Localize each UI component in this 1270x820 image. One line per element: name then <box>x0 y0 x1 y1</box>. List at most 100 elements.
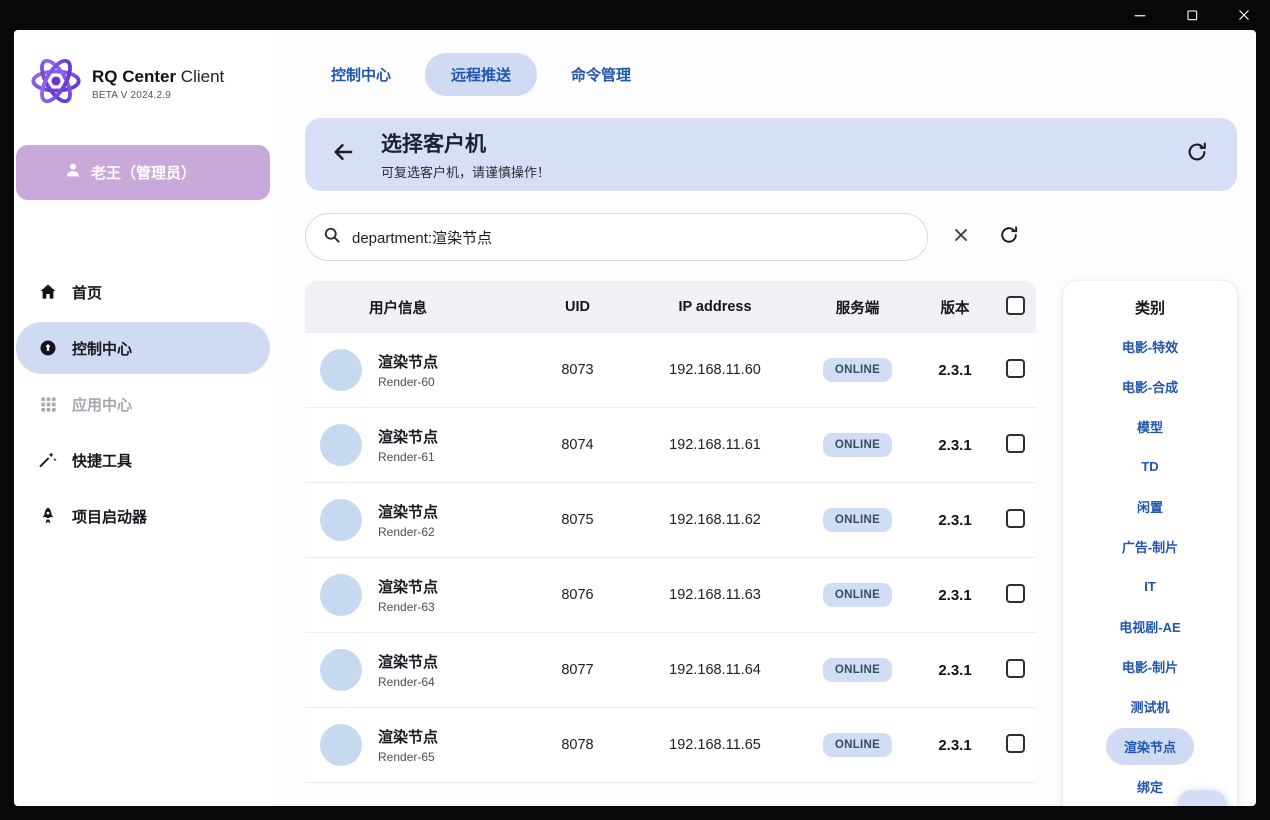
client-ip: 192.168.11.64 <box>630 662 800 678</box>
category-item-render-node[interactable]: 渲染节点 <box>1063 726 1237 766</box>
sidebar-item-app-center[interactable]: 应用中心 <box>16 378 270 430</box>
search-refresh-button[interactable] <box>992 220 1026 254</box>
sidebar-nav: 首页 控制中心 应用中心 <box>14 266 272 542</box>
row-checkbox[interactable] <box>1006 359 1025 378</box>
row-checkbox[interactable] <box>1006 509 1025 528</box>
sidebar-item-control-center[interactable]: 控制中心 <box>16 322 270 374</box>
back-button[interactable] <box>305 139 381 170</box>
category-item-movie-comp[interactable]: 电影-合成 <box>1063 366 1237 406</box>
rocket-icon <box>38 506 58 526</box>
client-table: 用户信息 UID IP address 服务端 版本 渲染节点Render-60… <box>305 281 1036 783</box>
client-ip: 192.168.11.61 <box>630 437 800 453</box>
row-checkbox[interactable] <box>1006 584 1025 603</box>
row-checkbox[interactable] <box>1006 434 1025 453</box>
page-header-banner: 选择客户机 可复选客户机，请谨慎操作！ <box>305 118 1237 191</box>
close-icon[interactable] <box>1226 2 1262 28</box>
search-input[interactable] <box>352 229 913 246</box>
sidebar-item-project-launcher[interactable]: 项目启动器 <box>16 490 270 542</box>
status-badge: ONLINE <box>823 583 892 607</box>
plus-icon: + <box>1194 799 1209 807</box>
client-version: 2.3.1 <box>915 437 995 454</box>
client-name: 渲染节点 <box>378 651 438 672</box>
category-item-tv-ae[interactable]: 电视剧-AE <box>1063 606 1237 646</box>
table-row[interactable]: 渲染节点Render-60 8073 192.168.11.60 ONLINE … <box>305 333 1036 408</box>
back-arrow-icon <box>330 139 356 170</box>
sidebar-item-label: 控制中心 <box>72 338 132 359</box>
table-row[interactable]: 渲染节点Render-62 8075 192.168.11.62 ONLINE … <box>305 483 1036 558</box>
category-item-it[interactable]: IT <box>1063 566 1237 606</box>
client-hostname: Render-65 <box>378 750 438 764</box>
table-row[interactable]: 渲染节点Render-61 8074 192.168.11.61 ONLINE … <box>305 408 1036 483</box>
sidebar-item-label: 快捷工具 <box>72 450 132 471</box>
client-version: 2.3.1 <box>915 512 995 529</box>
magic-wand-icon <box>38 450 58 470</box>
column-header-select <box>995 296 1036 319</box>
select-all-checkbox[interactable] <box>1006 296 1025 315</box>
status-badge: ONLINE <box>823 358 892 382</box>
category-panel: 类别 电影-特效 电影-合成 模型 TD 闲置 广告-制片 IT 电视剧-AE … <box>1063 281 1237 806</box>
page-header-text: 选择客户机 可复选客户机，请谨慎操作！ <box>381 128 550 181</box>
sidebar-item-home[interactable]: 首页 <box>16 266 270 318</box>
user-name-label: 老王（管理员） <box>91 162 196 183</box>
client-name: 渲染节点 <box>378 426 438 447</box>
client-hostname: Render-61 <box>378 450 438 464</box>
client-version: 2.3.1 <box>915 737 995 754</box>
search-box[interactable] <box>305 213 928 261</box>
app-logo: RQ Center Client BETA V 2024.2.9 <box>14 52 272 115</box>
column-header-uid: UID <box>525 299 630 315</box>
home-icon <box>38 282 58 302</box>
category-item-td[interactable]: TD <box>1063 446 1237 486</box>
category-item-test-machine[interactable]: 测试机 <box>1063 686 1237 726</box>
app-window: RQ Center Client BETA V 2024.2.9 老王（管理员）… <box>14 30 1256 806</box>
app-version: BETA V 2024.2.9 <box>92 90 224 101</box>
tab-control-center[interactable]: 控制中心 <box>305 53 417 96</box>
top-tab-bar: 控制中心 远程推送 命令管理 <box>305 30 1237 118</box>
client-version: 2.3.1 <box>915 362 995 379</box>
sidebar: RQ Center Client BETA V 2024.2.9 老王（管理员）… <box>14 30 272 806</box>
sidebar-item-quick-tools[interactable]: 快捷工具 <box>16 434 270 486</box>
client-ip: 192.168.11.60 <box>630 362 800 378</box>
row-checkbox[interactable] <box>1006 734 1025 753</box>
category-item-ad-production[interactable]: 广告-制片 <box>1063 526 1237 566</box>
client-uid: 8075 <box>525 512 630 528</box>
refresh-button[interactable] <box>1185 140 1209 169</box>
client-uid: 8078 <box>525 737 630 753</box>
client-hostname: Render-62 <box>378 525 438 539</box>
client-hostname: Render-64 <box>378 675 438 689</box>
sidebar-item-label: 项目启动器 <box>72 506 147 527</box>
client-uid: 8073 <box>525 362 630 378</box>
row-checkbox[interactable] <box>1006 659 1025 678</box>
app-title: RQ Center Client <box>92 67 224 86</box>
tab-remote-push[interactable]: 远程推送 <box>425 53 537 96</box>
category-item-model[interactable]: 模型 <box>1063 406 1237 446</box>
category-item-movie-vfx[interactable]: 电影-特效 <box>1063 326 1237 366</box>
clear-search-button[interactable] <box>944 220 978 254</box>
client-version: 2.3.1 <box>915 662 995 679</box>
minimize-icon[interactable] <box>1122 2 1158 28</box>
refresh-icon <box>998 224 1020 251</box>
status-badge: ONLINE <box>823 658 892 682</box>
table-row[interactable]: 渲染节点Render-64 8077 192.168.11.64 ONLINE … <box>305 633 1036 708</box>
user-badge[interactable]: 老王（管理员） <box>16 145 270 200</box>
person-icon <box>64 161 82 184</box>
client-ip: 192.168.11.63 <box>630 587 800 603</box>
add-category-button[interactable]: + <box>1178 790 1226 806</box>
client-hostname: Render-60 <box>378 375 438 389</box>
column-header-server: 服务端 <box>800 297 915 318</box>
main-area: 控制中心 远程推送 命令管理 选择客户机 可复选客户机，请谨慎操作！ <box>272 30 1256 806</box>
maximize-icon[interactable] <box>1174 2 1210 28</box>
category-item-idle[interactable]: 闲置 <box>1063 486 1237 526</box>
client-uid: 8077 <box>525 662 630 678</box>
tab-command-management[interactable]: 命令管理 <box>545 53 657 96</box>
status-badge: ONLINE <box>823 433 892 457</box>
avatar <box>320 724 362 766</box>
client-name: 渲染节点 <box>378 576 438 597</box>
status-badge: ONLINE <box>823 733 892 757</box>
table-row[interactable]: 渲染节点Render-63 8076 192.168.11.63 ONLINE … <box>305 558 1036 633</box>
client-name: 渲染节点 <box>378 726 438 747</box>
category-item-movie-production[interactable]: 电影-制片 <box>1063 646 1237 686</box>
table-row[interactable]: 渲染节点Render-65 8078 192.168.11.65 ONLINE … <box>305 708 1036 783</box>
page-title: 选择客户机 <box>381 128 550 158</box>
search-icon <box>322 225 342 250</box>
client-name: 渲染节点 <box>378 501 438 522</box>
